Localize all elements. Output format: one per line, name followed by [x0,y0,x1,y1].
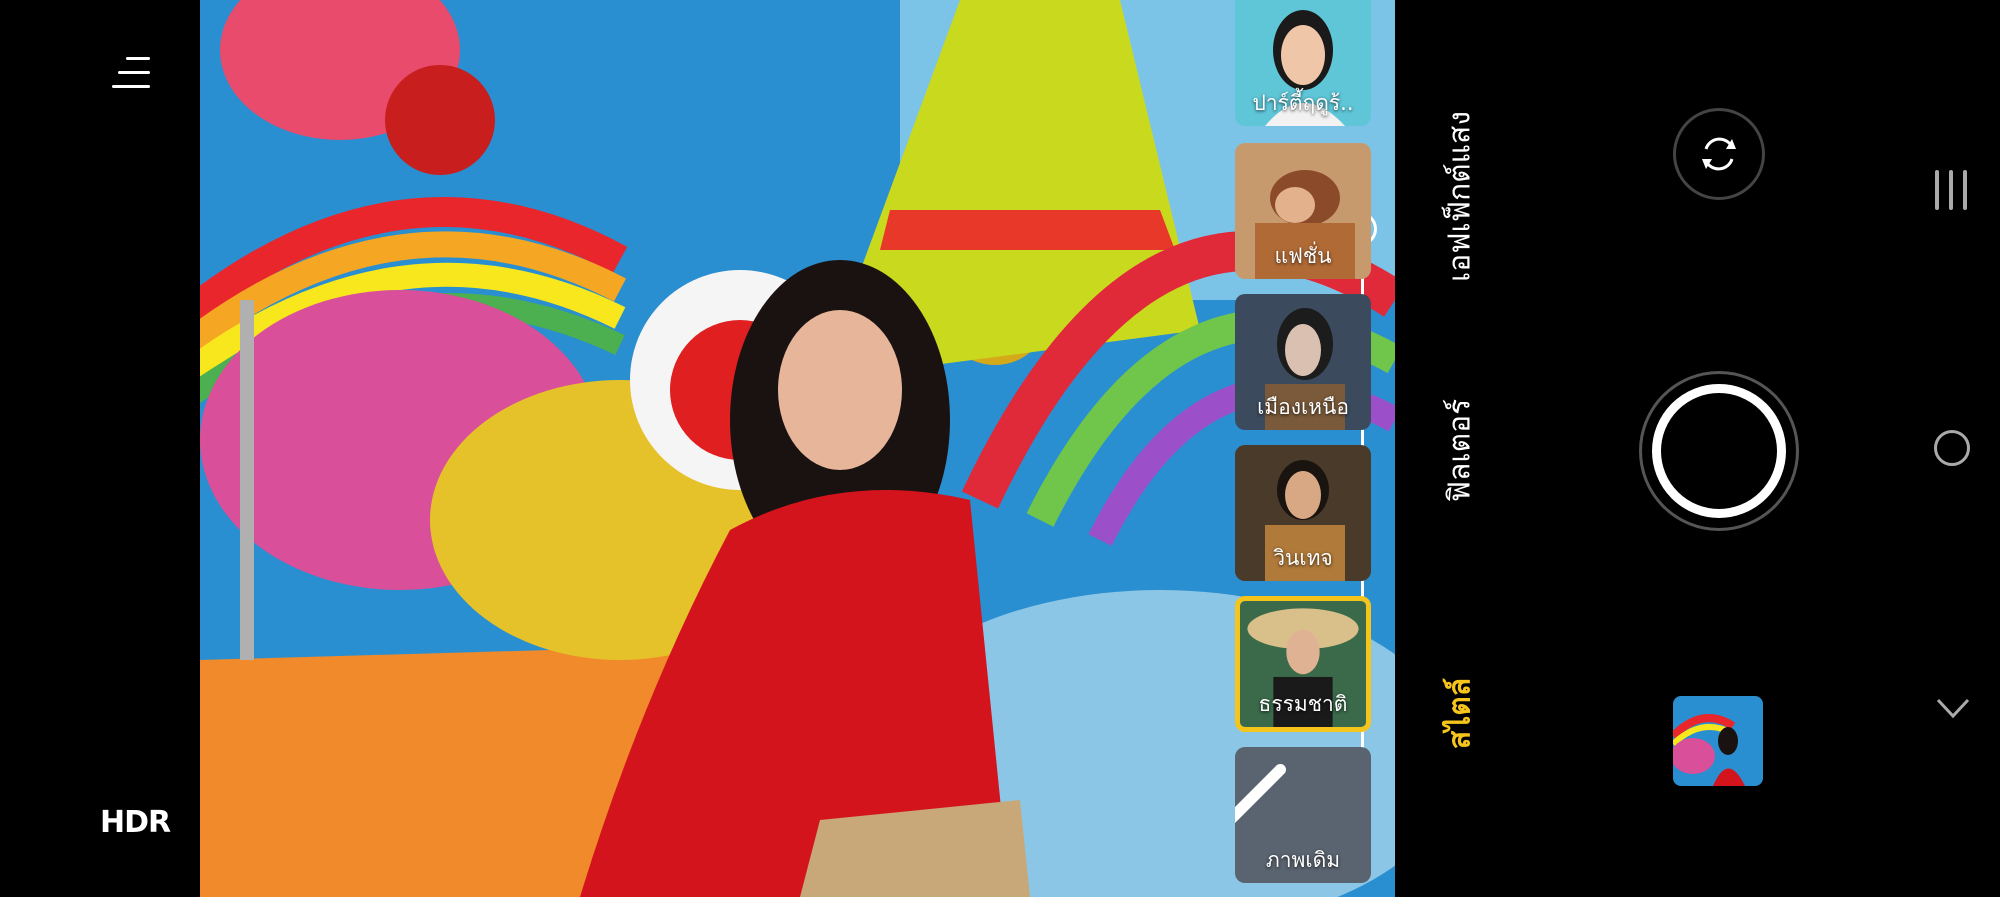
shutter-button[interactable] [1639,371,1799,531]
switch-camera-button[interactable] [1673,108,1765,200]
home-icon[interactable] [1934,430,1970,466]
style-northern[interactable]: เมืองเหนือ [1235,294,1371,430]
style-original[interactable]: ภาพเดิม [1235,747,1371,883]
mode-filters[interactable]: ฟิลเตอร์ [1437,376,1484,526]
style-label: ภาพเดิม [1265,848,1341,872]
style-label: แฟชั่น [1274,244,1332,268]
style-label: วินเทจ [1273,546,1333,570]
recents-icon[interactable] [1933,170,1969,210]
mode-light-effects[interactable]: เอฟเฟ็กต์แสง [1437,102,1484,292]
rotate-camera-icon [1702,137,1736,171]
style-summer-party[interactable]: ปาร์ตี้ฤดูร้.. [1235,0,1371,126]
shutter-icon [1652,384,1786,518]
camera-viewfinder[interactable] [200,0,1395,897]
style-label: ธรรมชาติ [1258,692,1348,716]
style-fashion[interactable]: แฟชั่น [1235,143,1371,279]
viewfinder-scene [200,0,1395,897]
last-photo-preview [1673,696,1763,786]
style-label: ปาร์ตี้ฤดูร้.. [1252,91,1354,115]
style-vintage[interactable]: วินเทจ [1235,445,1371,581]
chevron-down-icon[interactable] [1934,690,1972,728]
style-nature[interactable]: ธรรมชาติ [1235,596,1371,732]
gallery-thumbnail[interactable] [1673,696,1763,786]
hdr-button[interactable]: HDR [100,805,171,840]
hamburger-menu-icon[interactable] [112,55,150,91]
style-label: เมืองเหนือ [1257,395,1349,419]
left-control-strip: HDR [0,0,200,897]
mode-style[interactable]: สไตล์ [1437,659,1484,769]
